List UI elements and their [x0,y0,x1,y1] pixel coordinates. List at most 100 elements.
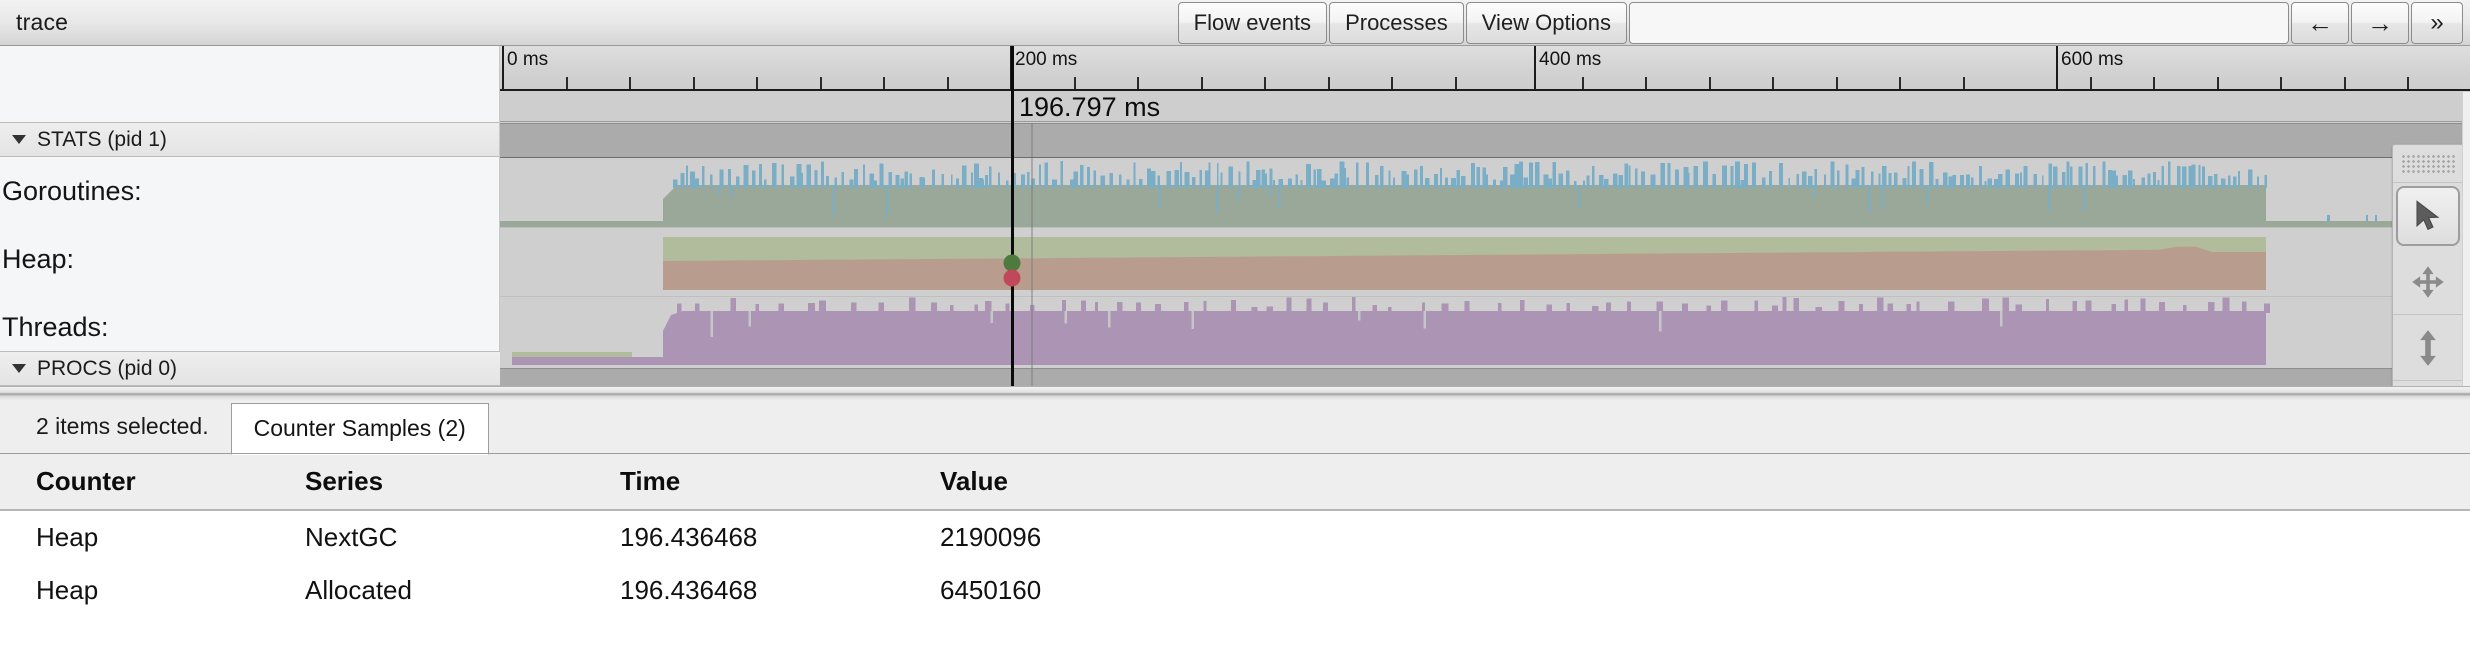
column-header-time[interactable]: Time [620,454,940,510]
flow-events-button[interactable]: Flow events [1178,2,1327,44]
ruler-tick-label-2: 400 ms [1534,49,1601,71]
top-toolbar: trace Flow events Processes View Options… [0,0,2470,46]
chevron-down-icon [12,135,26,144]
ruler-minor-tick [1963,77,1965,89]
table-header-row: Counter Series Time Value [0,454,2470,510]
chevron-down-icon [12,364,26,373]
column-header-series[interactable]: Series [305,454,620,510]
ruler-minor-tick [693,77,695,89]
ruler-minor-tick [2280,77,2282,89]
tool-zoom-vertical[interactable] [2393,315,2463,381]
group-header-stats[interactable]: STATS (pid 1) [0,122,499,157]
sample-marker-allocated[interactable] [1004,270,1021,287]
tool-pan[interactable] [2393,249,2463,315]
search-prev-button[interactable]: ← [2291,2,2349,44]
details-tabstrip: 2 items selected. Counter Samples (2) [0,400,2470,454]
cell-counter: Heap [0,510,305,564]
ruler-minor-tick [566,77,568,89]
track-threads[interactable] [500,297,2470,365]
track-label-heap[interactable]: Heap: [0,225,499,293]
group-band-procs [500,368,2470,386]
ruler-minor-tick [1645,77,1647,89]
ruler-minor-tick [947,77,949,89]
cursor-readout-row: 196.797 ms [500,91,2470,122]
table-body: Heap NextGC 196.436468 2190096 Heap Allo… [0,510,2470,617]
cursor-arrow-icon [2413,199,2443,233]
ruler-minor-tick [883,77,885,89]
ruler-minor-tick [1201,77,1203,89]
gutter-ruler-spacer [0,46,499,91]
panel-splitter[interactable] [0,386,2470,400]
table-row[interactable]: Heap NextGC 196.436468 2190096 [0,510,2470,564]
group-band-stats [500,123,2470,158]
ruler-minor-tick [2407,77,2409,89]
cell-time: 196.436468 [620,564,940,617]
search-input[interactable] [1629,2,2289,44]
ruler-minor-tick [1328,77,1330,89]
ruler-tick-label-3: 600 ms [2056,49,2123,71]
toolbar-controls: Flow events Processes View Options ← → » [1177,2,2466,44]
ruler-minor-tick [1391,77,1393,89]
track-goroutines[interactable] [500,159,2470,227]
heap-series-graph [500,228,2470,296]
ruler-minor-tick [756,77,758,89]
group-header-procs[interactable]: PROCS (pid 0) [0,351,500,386]
move-four-arrows-icon [2410,264,2446,300]
view-options-button[interactable]: View Options [1466,2,1627,44]
ruler-minor-tick [1264,77,1266,89]
time-ruler[interactable]: 0 ms 200 ms 400 ms 600 ms [500,46,2470,91]
group-label-procs: PROCS (pid 0) [37,357,177,381]
cell-time: 196.436468 [620,510,940,564]
group-label-stats: STATS (pid 1) [37,128,167,152]
tool-zoom-horizontal[interactable] [2393,381,2463,386]
ruler-minor-tick [1074,77,1076,89]
column-header-counter[interactable]: Counter [0,454,305,510]
ruler-tick-label-1: 200 ms [1010,49,1077,71]
counter-samples-table: Counter Series Time Value Heap NextGC 19… [0,454,2470,617]
cell-value: 2190096 [940,510,2470,564]
ruler-minor-tick [2090,77,2092,89]
track-heap[interactable] [500,228,2470,296]
cell-series: Allocated [305,564,620,617]
ruler-minor-tick [1137,77,1139,89]
ruler-minor-tick [1836,77,1838,89]
ruler-tick-label-0: 0 ms [502,49,548,71]
arrow-up-down-icon [2413,329,2443,367]
gutter-readout-spacer [0,91,499,122]
cell-counter: Heap [0,564,305,617]
table-header: Counter Series Time Value [0,454,2470,510]
tool-select[interactable] [2396,186,2460,246]
search-next-button[interactable]: → [2351,2,2409,44]
palette-drag-handle[interactable] [2393,145,2463,183]
column-header-value[interactable]: Value [940,454,2470,510]
goroutines-series-graph [500,159,2470,227]
ruler-minor-tick [1455,77,1457,89]
ruler-minor-tick [1899,77,1901,89]
table-row[interactable]: Heap Allocated 196.436468 6450160 [0,564,2470,617]
ruler-minor-tick [2153,77,2155,89]
timeline-canvas[interactable]: 0 ms 200 ms 400 ms 600 ms 196.797 ms [500,46,2470,386]
timeline-panel[interactable]: STATS (pid 1) Goroutines: Heap: Threads:… [0,46,2470,386]
timeline-vertical-scrollbar[interactable] [2462,92,2470,386]
track-label-goroutines[interactable]: Goroutines: [0,157,499,225]
selection-status: 2 items selected. [0,413,231,454]
threads-series-graph [500,297,2470,365]
ruler-minor-tick [820,77,822,89]
ruler-minor-tick [2344,77,2346,89]
ruler-minor-tick [1582,77,1584,89]
cell-value: 6450160 [940,564,2470,617]
track-label-gutter: STATS (pid 1) Goroutines: Heap: Threads:… [0,46,500,386]
tab-counter-samples[interactable]: Counter Samples (2) [231,403,489,455]
ruler-minor-tick [1709,77,1711,89]
overflow-menu-button[interactable]: » [2411,2,2463,44]
details-panel: 2 items selected. Counter Samples (2) Co… [0,400,2470,652]
window-title: trace [16,9,68,36]
tool-palette[interactable] [2392,144,2464,386]
grip-dots-icon [2401,154,2455,174]
processes-button[interactable]: Processes [1329,2,1464,44]
tabstrip-underline [0,453,2470,454]
ruler-minor-tick [629,77,631,89]
ruler-minor-tick [1772,77,1774,89]
ruler-minor-tick [2217,77,2219,89]
cursor-time-readout: 196.797 ms [1011,92,1160,122]
